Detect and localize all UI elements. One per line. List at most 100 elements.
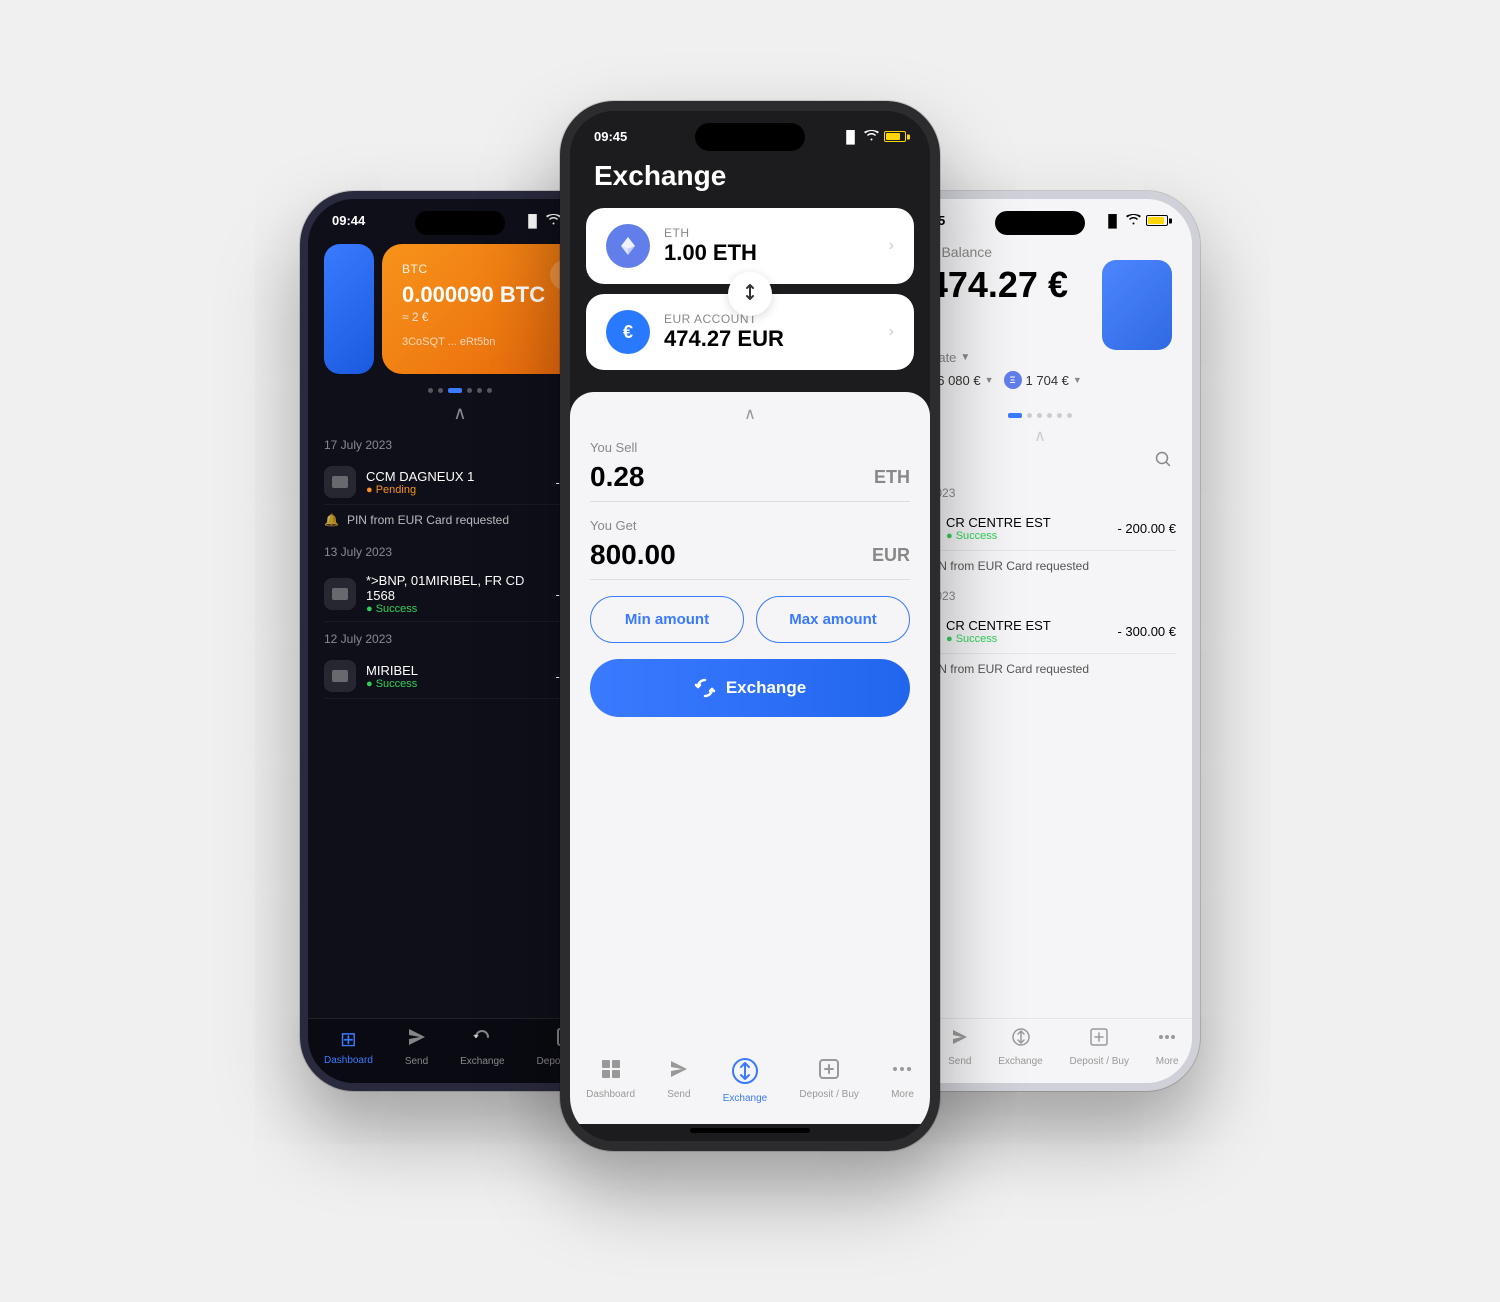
right-tx-bell-text-1: PIN from EUR Card requested xyxy=(927,559,1089,573)
right-deposit-icon xyxy=(1089,1027,1109,1053)
center-nav-dashboard-label: Dashboard xyxy=(586,1089,635,1100)
center-nav-deposit-label: Deposit / Buy xyxy=(799,1089,858,1100)
tx-name-2: *>BNP, 01MIRIBEL, FR CD 1568 xyxy=(366,573,546,603)
min-amount-button[interactable]: Min amount xyxy=(590,596,744,643)
bell-icon-1: 🔔 xyxy=(324,513,339,527)
rate-items: B 26 080 € ▼ Ξ 1 704 € ▼ xyxy=(908,371,1172,389)
left-dot-2 xyxy=(438,388,443,393)
center-signal-icon: ▐▌ xyxy=(842,130,859,144)
right-blue-card-partial xyxy=(1102,260,1172,350)
tx-icon-2 xyxy=(324,578,356,610)
get-row: 800.00 EUR xyxy=(590,539,910,580)
center-nav-more[interactable]: More xyxy=(891,1058,914,1104)
send-icon xyxy=(407,1027,427,1053)
right-signal-icon: ▐▌ xyxy=(1104,214,1121,228)
right-dot-5 xyxy=(1057,413,1062,418)
right-tx-amount-1: - 200.00 € xyxy=(1117,521,1176,536)
right-nav-more-label: More xyxy=(1156,1056,1179,1067)
left-dot-1 xyxy=(428,388,433,393)
btc-card-amount: 0.000090 BTC xyxy=(402,282,576,308)
center-nav-deposit[interactable]: Deposit / Buy xyxy=(799,1058,858,1104)
left-tx-date-2: 13 July 2023 xyxy=(324,545,596,559)
center-time: 09:45 xyxy=(594,129,627,144)
right-tx-info-2: CR CENTRE EST ● Success xyxy=(946,618,1107,645)
right-balance-title: Total Balance xyxy=(908,244,1172,260)
center-nav-exchange[interactable]: Exchange xyxy=(723,1058,767,1104)
left-nav-exchange[interactable]: Exchange xyxy=(460,1027,504,1067)
left-nav-send[interactable]: Send xyxy=(405,1027,428,1067)
eur-card-currency: EUR ACCOUNT xyxy=(664,312,875,326)
tx-name-1: CCM DAGNEUX 1 xyxy=(366,469,546,484)
tx-status-3: ● Success xyxy=(366,678,546,690)
blue-card-partial xyxy=(324,244,374,374)
get-label: You Get xyxy=(590,518,910,533)
eth-icon xyxy=(606,224,650,268)
btc-rate-chevron: ▼ xyxy=(985,375,994,385)
form-chevron[interactable]: ∧ xyxy=(590,404,910,424)
tx-bell-1: 🔔 PIN from EUR Card requested xyxy=(324,505,596,535)
right-nav-exchange-label: Exchange xyxy=(998,1056,1042,1067)
right-nav-send-label: Send xyxy=(948,1056,971,1067)
sell-row: 0.28 ETH xyxy=(590,461,910,502)
center-nav-send[interactable]: Send xyxy=(667,1058,690,1104)
left-dot-3 xyxy=(448,388,462,393)
eth-card-chevron: › xyxy=(889,237,894,255)
btc-card-approx: ≈ 2 € xyxy=(402,310,576,324)
swap-button[interactable] xyxy=(728,272,772,316)
center-nav-send-label: Send xyxy=(667,1089,690,1100)
right-more-icon xyxy=(1157,1027,1177,1053)
sell-label: You Sell xyxy=(590,440,910,455)
right-nav-send[interactable]: Send xyxy=(948,1027,971,1067)
center-phone: 09:45 ▐▌ Exchange xyxy=(560,101,940,1151)
buy-rate-row[interactable]: Buy rate ▼ xyxy=(908,350,1172,365)
center-nav-exchange-label: Exchange xyxy=(723,1093,767,1104)
center-nav-dashboard[interactable]: Dashboard xyxy=(586,1058,635,1104)
tx-info-1: CCM DAGNEUX 1 ● Pending xyxy=(366,469,546,496)
left-nav-dashboard[interactable]: ⊞ Dashboard xyxy=(324,1027,373,1067)
eur-card-value: 474.27 EUR xyxy=(664,326,875,352)
left-wifi-icon xyxy=(546,213,561,228)
right-tx-status-1: ● Success xyxy=(946,530,1107,542)
get-value[interactable]: 800.00 xyxy=(590,539,676,571)
sell-value[interactable]: 0.28 xyxy=(590,461,645,493)
right-nav-exchange[interactable]: Exchange xyxy=(998,1027,1042,1067)
table-row: *>BNP, 01MIRIBEL, FR CD 1568 ● Success -… xyxy=(324,567,596,622)
right-nav-deposit[interactable]: Deposit / Buy xyxy=(1070,1027,1129,1067)
right-tx-name-2: CR CENTRE EST xyxy=(946,618,1107,633)
left-dot-5 xyxy=(477,388,482,393)
center-more-icon xyxy=(891,1058,913,1086)
eth-rate-value: 1 704 € xyxy=(1026,373,1069,388)
swap-arrows-icon xyxy=(740,282,760,307)
sell-field: You Sell 0.28 ETH xyxy=(590,440,910,502)
table-row: CR CENTRE EST ● Success - 200.00 € xyxy=(904,506,1176,551)
right-nav-deposit-label: Deposit / Buy xyxy=(1070,1056,1129,1067)
left-dot-4 xyxy=(467,388,472,393)
center-dynamic-island xyxy=(695,123,805,151)
exchange-form: ∧ You Sell 0.28 ETH You Get 800.00 xyxy=(570,392,930,1050)
right-nav-more[interactable]: More xyxy=(1156,1027,1179,1067)
center-exchange-icon xyxy=(732,1058,758,1090)
center-send-icon xyxy=(668,1058,690,1086)
right-exchange-icon xyxy=(1011,1027,1031,1053)
center-nav-more-label: More xyxy=(891,1089,914,1100)
eth-rate-chevron: ▼ xyxy=(1073,375,1082,385)
center-deposit-icon xyxy=(818,1058,840,1086)
left-tx-date-1: 17 July 2023 xyxy=(324,438,596,452)
left-nav-dashboard-label: Dashboard xyxy=(324,1055,373,1066)
center-dashboard-icon xyxy=(600,1058,622,1086)
tx-bell-text-1: PIN from EUR Card requested xyxy=(347,513,509,527)
right-dot-3 xyxy=(1037,413,1042,418)
max-amount-button[interactable]: Max amount xyxy=(756,596,910,643)
tx-status-2: ● Success xyxy=(366,603,546,615)
right-tx-status-2: ● Success xyxy=(946,633,1107,645)
tx-icon-1 xyxy=(324,466,356,498)
eur-icon: € xyxy=(606,310,650,354)
exchange-button[interactable]: Exchange xyxy=(590,659,910,717)
left-tx-date-3: 12 July 2023 xyxy=(324,632,596,646)
right-battery-icon xyxy=(1146,215,1168,226)
get-field: You Get 800.00 EUR xyxy=(590,518,910,580)
right-tx-bell-2: 🔔 PIN from EUR Card requested xyxy=(904,654,1176,684)
left-time: 09:44 xyxy=(332,213,365,228)
tx-status-1: ● Pending xyxy=(366,484,546,496)
table-row: MIRIBEL ● Success - 300.0 xyxy=(324,654,596,699)
